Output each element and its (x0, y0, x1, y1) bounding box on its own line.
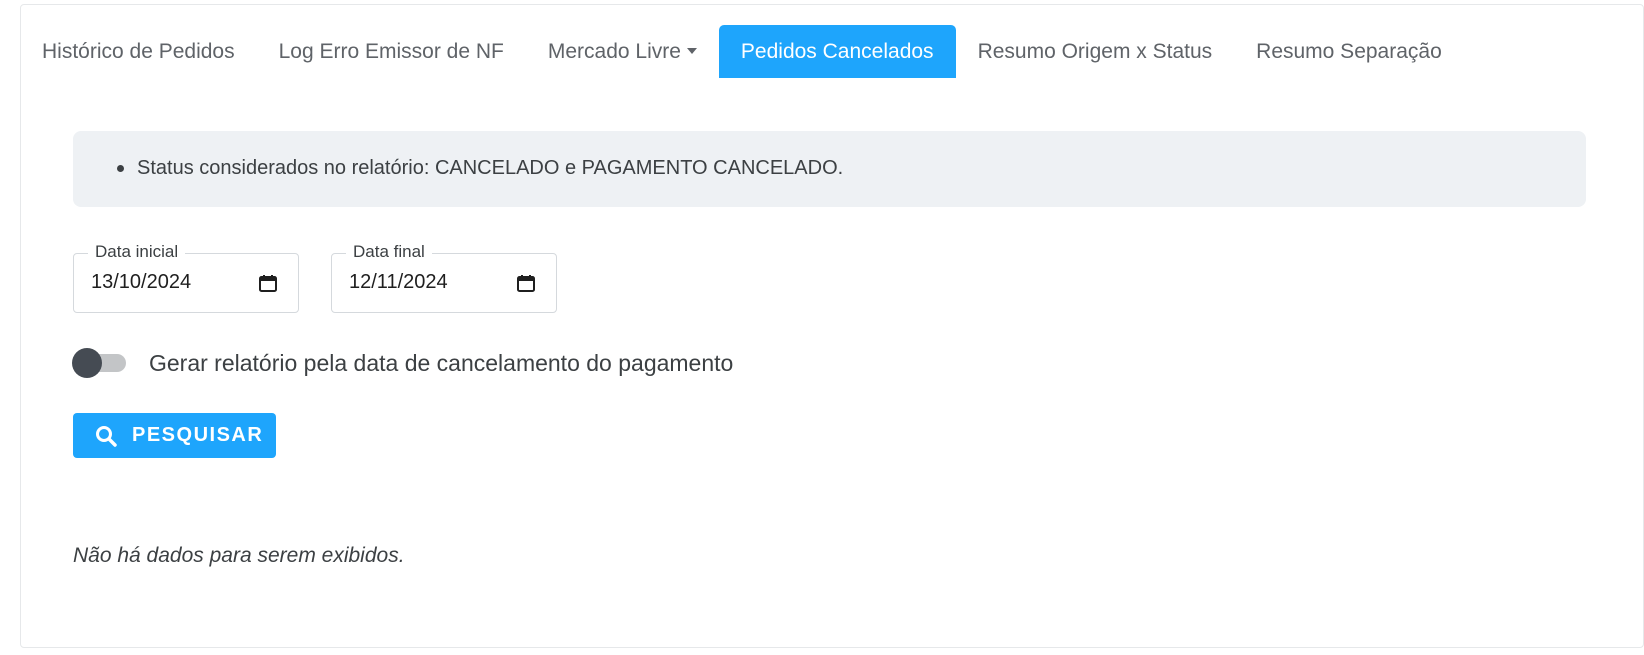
tab-label: Histórico de Pedidos (42, 39, 235, 63)
end-date-value[interactable]: 12/11/2024 (349, 271, 448, 294)
tab-mercado-livre[interactable]: Mercado Livre (526, 25, 719, 78)
bullet-icon (117, 165, 124, 172)
payment-cancel-date-toggle[interactable] (72, 348, 128, 378)
info-item: Status considerados no relatório: CANCEL… (137, 157, 844, 179)
tab-pedidos-cancelados[interactable]: Pedidos Cancelados (718, 25, 956, 78)
toggle-knob (72, 348, 102, 378)
tab-label: Resumo Origem x Status (977, 39, 1213, 63)
info-alert: Status considerados no relatório: CANCEL… (73, 131, 1586, 207)
tab-log-erro-emissor-nf[interactable]: Log Erro Emissor de NF (257, 25, 526, 78)
start-date-label: Data inicial (88, 242, 186, 262)
start-date-value[interactable]: 13/10/2024 (91, 271, 191, 294)
end-date-field[interactable]: Data final 12/11/2024 (331, 242, 557, 313)
tab-resumo-origem-status[interactable]: Resumo Origem x Status (956, 25, 1235, 78)
caret-down-icon (686, 47, 697, 54)
end-date-label: Data final (346, 242, 432, 262)
tab-resumo-separacao[interactable]: Resumo Separação (1234, 25, 1464, 78)
search-button[interactable]: PESQUISAR (73, 413, 276, 458)
tab-label: Pedidos Cancelados (740, 39, 934, 63)
calendar-icon[interactable] (259, 275, 277, 292)
calendar-icon[interactable] (517, 275, 535, 292)
toggle-label: Gerar relatório pela data de cancelament… (149, 350, 734, 376)
tab-label: Log Erro Emissor de NF (278, 39, 504, 63)
tab-label: Mercado Livre (547, 39, 681, 63)
search-button-label: PESQUISAR (132, 424, 264, 446)
search-icon (96, 426, 117, 447)
tab-historico-de-pedidos[interactable]: Histórico de Pedidos (20, 25, 257, 78)
start-date-field[interactable]: Data inicial 13/10/2024 (73, 242, 299, 313)
empty-state-message: Não há dados para serem exibidos. (73, 544, 405, 567)
tab-label: Resumo Separação (1256, 39, 1442, 63)
tab-bar: Histórico de Pedidos Log Erro Emissor de… (20, 25, 1464, 78)
